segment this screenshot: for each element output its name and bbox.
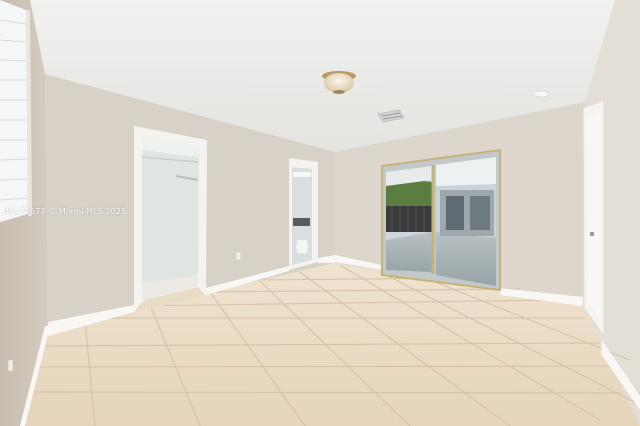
window-blinds xyxy=(0,0,32,222)
bathroom-doorway xyxy=(289,158,318,270)
smoke-detector xyxy=(532,90,550,98)
closet-doorway xyxy=(134,126,207,312)
wall-outlet-left xyxy=(7,359,14,372)
right-side-door xyxy=(582,99,605,338)
room-photo: 41172677 © Miami MLS 2025 xyxy=(0,0,640,426)
sliding-glass-door xyxy=(381,148,501,292)
wall-outlet-back xyxy=(235,251,242,261)
mls-watermark: 41172677 © Miami MLS 2025 xyxy=(4,207,127,216)
